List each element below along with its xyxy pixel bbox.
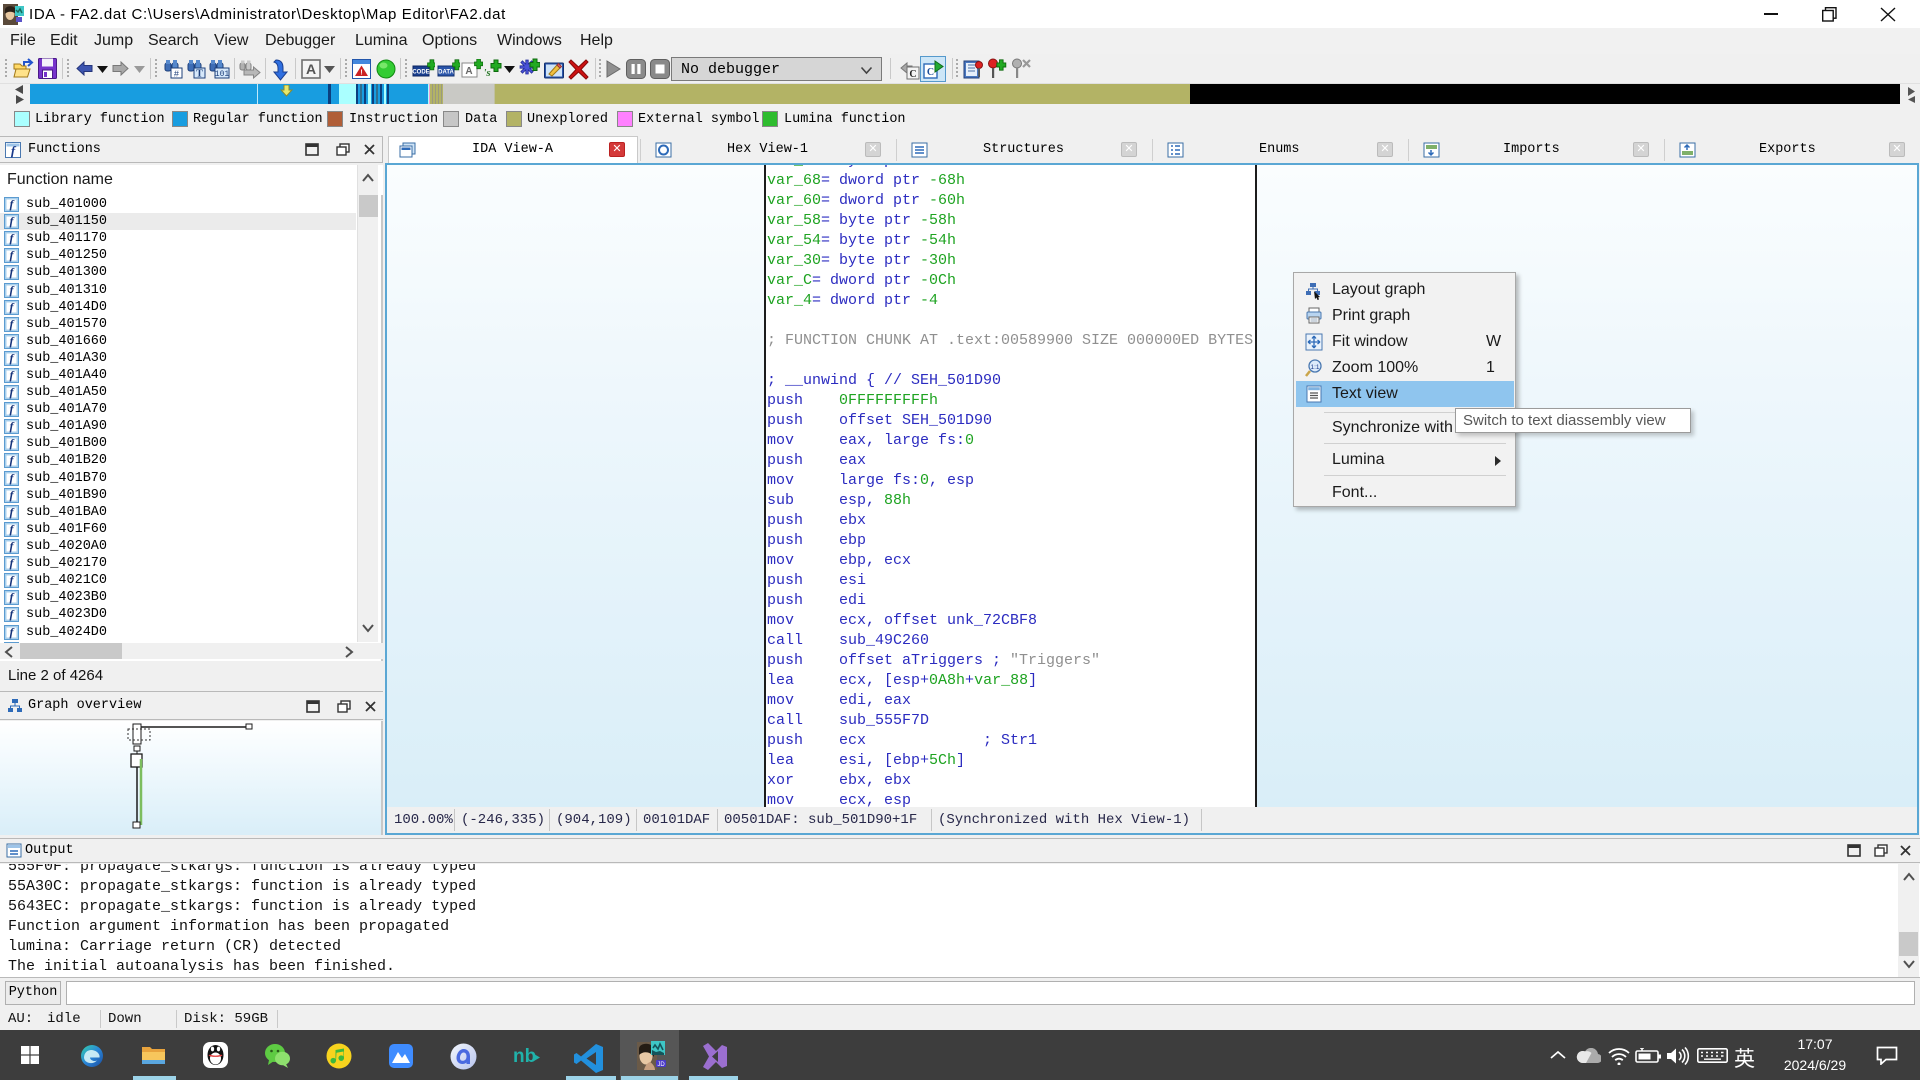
svg-text:'s: 's	[483, 67, 490, 79]
svg-text:1:1: 1:1	[1310, 364, 1319, 371]
svg-text:101: 101	[215, 70, 230, 79]
svg-text:A: A	[306, 61, 316, 77]
svg-text:!: !	[360, 70, 362, 77]
svg-text:JD: JD	[657, 1062, 665, 1068]
svg-text:DATA: DATA	[438, 70, 454, 76]
svg-text:C: C	[927, 67, 934, 78]
svg-text:#: #	[174, 70, 180, 80]
svg-text:T: T	[196, 69, 203, 80]
svg-text:CODE: CODE	[412, 70, 429, 76]
svg-text:C: C	[909, 69, 916, 80]
svg-text:nb: nb	[513, 1046, 536, 1066]
svg-text:A: A	[465, 66, 472, 77]
